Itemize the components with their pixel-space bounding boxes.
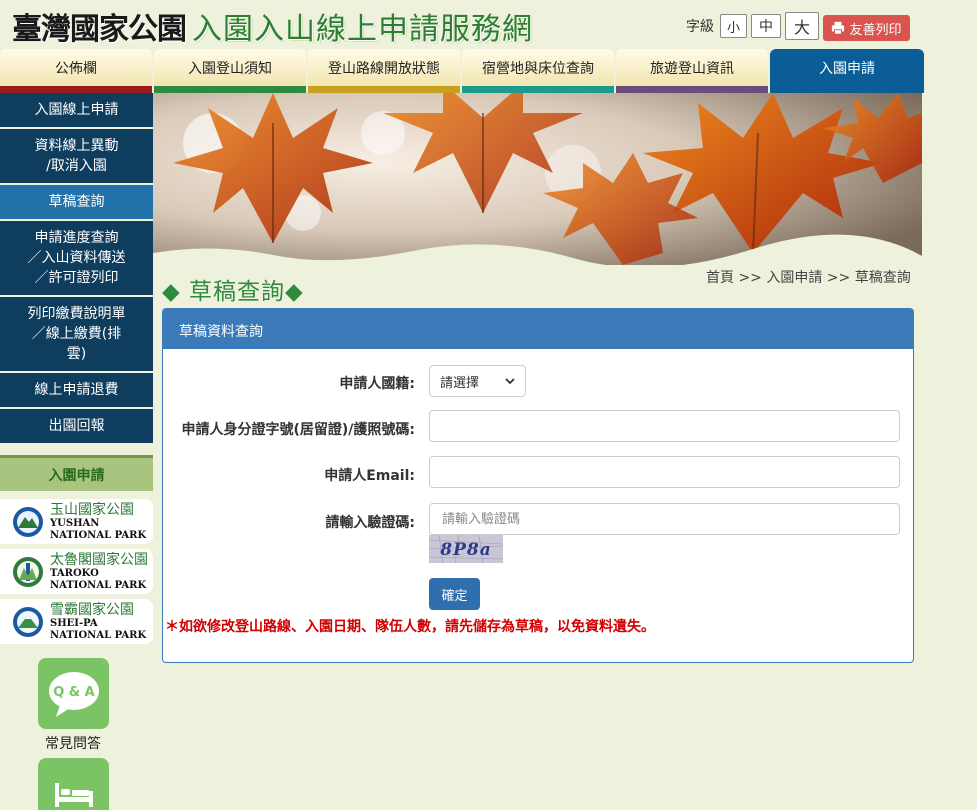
park-name-en: YUSHAN <box>50 517 100 529</box>
tab-label: 入園登山須知 <box>188 61 272 77</box>
font-size-medium-button[interactable]: 中 <box>751 14 782 38</box>
tab-label: 公佈欄 <box>55 61 97 77</box>
tab-park-application[interactable]: 入園申請 <box>770 49 924 93</box>
font-size-label: 字級 <box>686 19 714 35</box>
tab-bulletin[interactable]: 公佈欄 <box>0 49 152 93</box>
page-title: ◆ 草稿查詢◆ <box>162 279 304 305</box>
sidebar-item-online-apply[interactable]: 入園線上申請 <box>0 93 153 129</box>
park-link-taroko[interactable]: 太魯閣國家公園 TAROKO NATIONAL PARK <box>0 549 153 594</box>
park-name-zh: 玉山國家公園 <box>50 501 134 518</box>
sidebar-item-payment[interactable]: 列印繳費說明單 ／線上繳費(排 雲) <box>0 297 153 373</box>
park-name-en: TAROKO <box>50 567 99 579</box>
nationality-selected-value: 請選擇 <box>440 375 480 391</box>
park-name-zh: 雪霸國家公園 <box>50 601 134 618</box>
chevron-down-icon <box>505 378 515 385</box>
nationality-label: 申請人國籍: <box>339 376 415 392</box>
park-link-sheipa[interactable]: 雪霸國家公園 SHEI-PA NATIONAL PARK <box>0 599 153 644</box>
sidebar-item-refund[interactable]: 線上申請退費 <box>0 373 153 409</box>
captcha-input[interactable] <box>429 503 900 535</box>
park-name-en-sub: NATIONAL PARK <box>50 579 147 591</box>
font-size-small-button[interactable]: 小 <box>720 14 748 38</box>
taroko-emblem-icon <box>13 556 43 587</box>
draft-warning: ＊如欲修改登山路線、入園日期、隊伍人數，請先儲存為草稿，以免資料遺失。 <box>165 619 655 635</box>
breadcrumb: 首頁 >> 入園申請 >> 草稿查詢 <box>706 270 911 286</box>
yushan-emblem-icon <box>13 506 43 537</box>
sidebar-item-label: 線上申請退費 <box>34 382 119 398</box>
sidebar-item-exit-report[interactable]: 出園回報 <box>0 409 153 445</box>
tab-trail-status[interactable]: 登山路線開放狀態 <box>308 49 460 93</box>
site-logo[interactable]: 臺灣國家公園 入園入山線上申請服務網 <box>12 4 533 48</box>
park-name-zh: 太魯閣國家公園 <box>50 551 148 568</box>
park-link-yushan[interactable]: 玉山國家公園 YUSHAN NATIONAL PARK <box>0 499 153 544</box>
sidebar: 入園線上申請 資料線上異動 /取消入園 草稿查詢 申請進度查詢 ／入山資料傳送 … <box>0 93 153 445</box>
panel-heading: 草稿資料查詢 <box>163 309 913 349</box>
submit-button[interactable]: 確定 <box>429 578 480 610</box>
sidebar-item-label: 申請進度查詢 ／入山資料傳送 ／許可證列印 <box>27 230 126 286</box>
logo-calligraphy: 臺灣國家公園 <box>12 12 187 47</box>
park-name-en-sub: NATIONAL PARK <box>50 629 147 641</box>
accommodation-link[interactable] <box>38 758 109 810</box>
sidebar-item-progress-query[interactable]: 申請進度查詢 ／入山資料傳送 ／許可證列印 <box>0 221 153 297</box>
faq-label: 常見問答 <box>45 736 101 752</box>
sidebar-item-label: 草稿查詢 <box>48 194 105 210</box>
sidebar-section-title: 入園申請 <box>0 455 153 491</box>
park-name-en: SHEI-PA <box>50 617 98 629</box>
nationality-select[interactable]: 請選擇 <box>429 365 526 397</box>
printer-icon <box>832 21 845 35</box>
print-button[interactable]: 友善列印 <box>823 15 910 41</box>
faq-link[interactable]: Q & A <box>38 658 109 729</box>
bed-icon <box>54 782 93 807</box>
print-label: 友善列印 <box>849 22 902 38</box>
park-name-en-sub: NATIONAL PARK <box>50 529 147 541</box>
sheipa-emblem-icon <box>13 606 43 637</box>
qa-bubble-icon: Q & A <box>48 671 99 717</box>
captcha-label: 請輸入驗證碼: <box>325 515 415 531</box>
sidebar-item-label: 出園回報 <box>48 418 105 434</box>
sidebar-item-modify-cancel[interactable]: 資料線上異動 /取消入園 <box>0 129 153 185</box>
email-label: 申請人Email: <box>324 468 415 484</box>
id-label: 申請人身分證字號(居留證)/護照號碼: <box>181 422 415 438</box>
tab-label: 宿營地與床位查詢 <box>482 61 594 77</box>
tab-label: 入園申請 <box>819 61 875 77</box>
font-size-controls: 字級 小 中 大 <box>686 12 820 40</box>
main-nav: 公佈欄 入園登山須知 登山路線開放狀態 宿營地與床位查詢 旅遊登山資訊 入園申請 <box>0 49 924 93</box>
maple-leaves-image <box>153 93 922 265</box>
banner-image <box>153 93 922 265</box>
tab-label: 旅遊登山資訊 <box>650 61 734 77</box>
tab-label: 登山路線開放狀態 <box>328 61 440 77</box>
id-input[interactable] <box>429 410 900 442</box>
font-size-large-button[interactable]: 大 <box>785 12 820 40</box>
tab-entry-notice[interactable]: 入園登山須知 <box>154 49 306 93</box>
email-input[interactable] <box>429 456 900 488</box>
sidebar-item-label: 入園線上申請 <box>34 102 119 118</box>
sidebar-item-label: 列印繳費說明單 ／線上繳費(排 雲) <box>27 306 126 362</box>
captcha-text: 8P8a <box>439 540 491 560</box>
sidebar-item-draft-query[interactable]: 草稿查詢 <box>0 185 153 221</box>
site-title: 入園入山線上申請服務網 <box>192 12 533 47</box>
captcha-image[interactable]: 8P8a <box>429 535 503 563</box>
draft-query-panel: 草稿資料查詢 申請人國籍: 請選擇 申請人身分證字號(居留證)/護照號碼: 申請… <box>162 308 914 663</box>
sidebar-item-label: 資料線上異動 /取消入園 <box>34 138 119 174</box>
tab-travel-info[interactable]: 旅遊登山資訊 <box>616 49 768 93</box>
qa-icon-text: Q & A <box>53 685 95 700</box>
tab-camp-query[interactable]: 宿營地與床位查詢 <box>462 49 614 93</box>
